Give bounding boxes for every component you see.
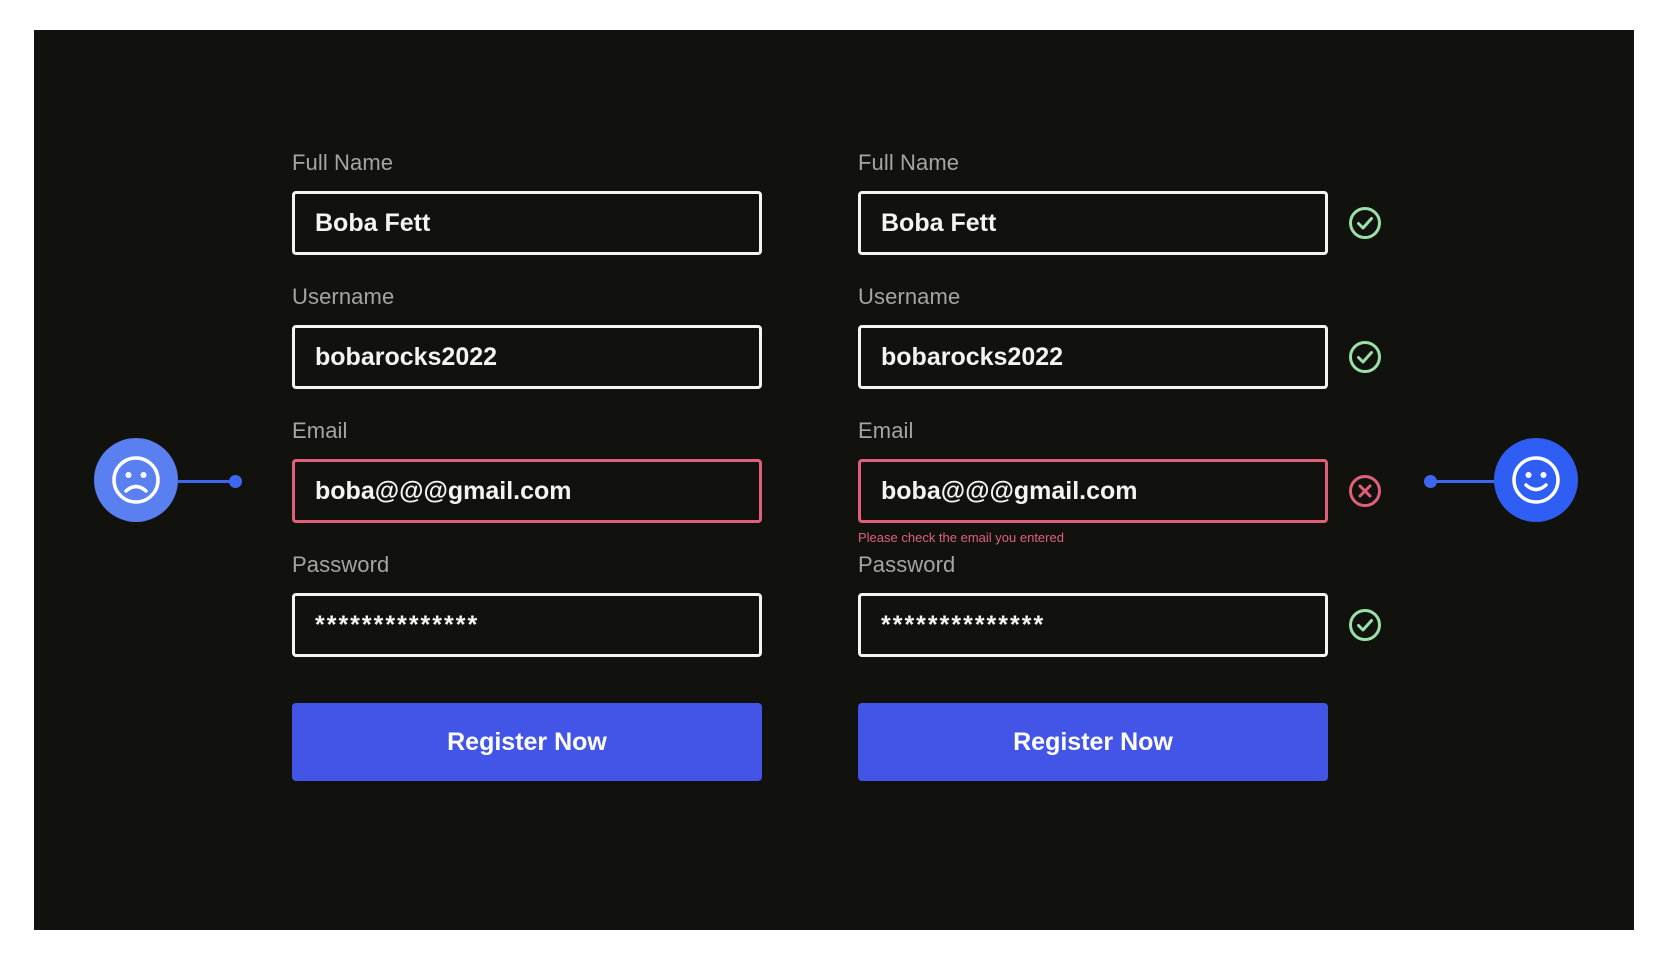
email-error-message: Please check the email you entered [858,530,1064,545]
x-circle-icon [1349,475,1381,507]
full-name-label: Full Name [858,150,960,175]
happy-face-badge [1494,438,1578,522]
password-input[interactable]: ************** [858,593,1328,657]
username-input[interactable]: bobarocks2022 [292,325,762,389]
full-name-input[interactable]: Boba Fett [858,191,1328,255]
register-button[interactable]: Register Now [292,703,762,781]
password-label: Password [858,552,956,577]
check-circle-icon [1349,341,1381,373]
happy-face-icon [1512,456,1560,504]
email-label: Email [858,418,914,443]
username-label: Username [292,284,395,309]
register-button[interactable]: Register Now [858,703,1328,781]
full-name-label: Full Name [292,150,394,175]
left-connector-line [178,480,236,483]
sad-face-icon [112,456,160,504]
password-label: Password [292,552,390,577]
left-connector-dot [229,475,242,488]
username-label: Username [858,284,961,309]
check-circle-icon [1349,207,1381,239]
right-connector-line [1430,480,1496,483]
check-circle-icon [1349,609,1381,641]
email-input[interactable]: boba@@@gmail.com [858,459,1328,523]
email-input[interactable]: boba@@@gmail.com [292,459,762,523]
username-input[interactable]: bobarocks2022 [858,325,1328,389]
password-input[interactable]: ************** [292,593,762,657]
sad-face-badge [94,438,178,522]
email-label: Email [292,418,348,443]
canvas: Full Name Boba Fett Username bobarocks20… [34,30,1634,930]
full-name-input[interactable]: Boba Fett [292,191,762,255]
